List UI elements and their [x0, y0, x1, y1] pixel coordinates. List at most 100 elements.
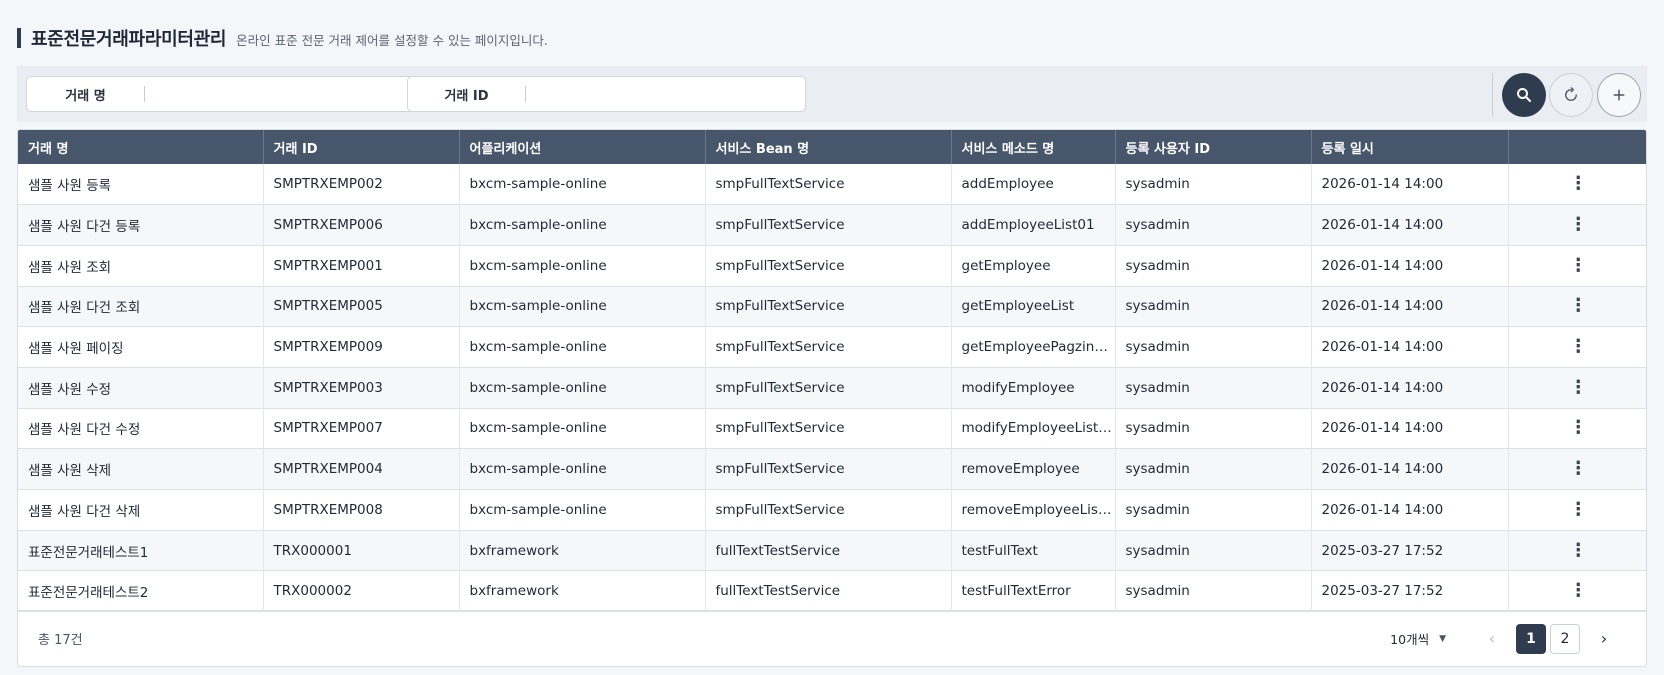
table-footer: 총 17건 10개씩 ▼ ‹ 12 › [18, 610, 1646, 666]
prev-page-button[interactable]: ‹ [1478, 625, 1506, 653]
service-bean-cell: smpFullTextService [705, 204, 952, 246]
application-cell: bxcm-sample-online [459, 408, 706, 449]
kebab-menu-icon[interactable]: ⋮ [1569, 500, 1587, 519]
register-user-cell: sysadmin [1115, 245, 1312, 287]
transaction-id-cell: SMPTRXEMP004 [263, 448, 460, 490]
kebab-menu-icon[interactable]: ⋮ [1569, 338, 1587, 356]
transaction-name-input[interactable] [145, 77, 424, 111]
service-method-cell: addEmployeeList01 [951, 204, 1116, 246]
service-bean-cell: smpFullTextService [705, 408, 952, 449]
register-date-cell: 2026-01-14 14:00 [1311, 204, 1509, 246]
application-cell: bxcm-sample-online [459, 204, 706, 246]
transaction-id-input[interactable] [526, 77, 805, 111]
table-row[interactable]: 샘플 사원 다건 조회 SMPTRXEMP005 bxcm-sample-onlin… [18, 286, 1646, 327]
register-date-cell: 2025-03-27 17:52 [1311, 570, 1509, 612]
service-method-cell: getEmployeeList [951, 286, 1116, 327]
column-header: 거래 명 [18, 130, 264, 164]
application-cell: bxcm-sample-online [459, 448, 706, 490]
application-cell: bxframework [459, 570, 706, 612]
service-method-cell: modifyEmployee [951, 367, 1116, 409]
transaction-id-cell: SMPTRXEMP006 [263, 204, 460, 246]
table-row[interactable]: 표준전문거래테스트1 TRX000001 bxframework fullTextTe… [18, 530, 1646, 571]
transaction-name-cell: 샘플 사원 다건 등록 [18, 204, 264, 246]
register-user-cell: sysadmin [1115, 530, 1312, 571]
application-cell: bxcm-sample-online [459, 245, 706, 287]
transaction-id-cell: TRX000002 [263, 570, 460, 612]
application-cell: bxcm-sample-online [459, 367, 706, 409]
row-actions-cell: ⋮ [1508, 164, 1646, 205]
table-row[interactable]: 샘플 사원 수정 SMPTRXEMP003 bxcm-sample-online sm… [18, 367, 1646, 409]
page-title: 표준전문거래파라미터관리 [31, 29, 227, 50]
reset-button[interactable] [1549, 73, 1593, 117]
page-button-1[interactable]: 1 [1516, 623, 1546, 654]
table-row[interactable]: 샘플 사원 다건 수정 SMPTRXEMP007 bxcm-sample-onlin… [18, 408, 1646, 449]
next-page-button[interactable]: › [1590, 625, 1618, 653]
kebab-menu-icon[interactable]: ⋮ [1569, 216, 1587, 234]
application-cell: bxframework [459, 530, 706, 571]
table-row[interactable]: 샘플 사원 삭제 SMPTRXEMP004 bxcm-sample-online sm… [18, 448, 1646, 490]
page-size-select[interactable]: 10개씩 ▼ [1390, 629, 1446, 648]
table-row[interactable]: 샘플 사원 등록 SMPTRXEMP002 bxcm-sample-online sm… [18, 164, 1646, 205]
row-actions-cell: ⋮ [1508, 490, 1646, 531]
service-bean-cell: smpFullTextService [705, 367, 952, 409]
kebab-menu-icon[interactable]: ⋮ [1569, 419, 1587, 437]
transaction-id-cell: SMPTRXEMP002 [263, 164, 460, 205]
panel-divider [1492, 73, 1493, 117]
application-cell: bxcm-sample-online [459, 326, 706, 368]
kebab-menu-icon[interactable]: ⋮ [1569, 582, 1587, 600]
add-button[interactable] [1597, 73, 1641, 117]
page-header: 표준전문거래파라미터관리 온라인 표준 전문 거래 제어를 설정할 수 있는 페… [17, 27, 548, 50]
register-user-cell: sysadmin [1115, 326, 1312, 368]
search-button[interactable] [1502, 73, 1546, 117]
kebab-menu-icon[interactable]: ⋮ [1569, 460, 1587, 478]
service-bean-cell: smpFullTextService [705, 448, 952, 490]
table-row[interactable]: 샘플 사원 다건 삭제 SMPTRXEMP008 bxcm-sample-onlin… [18, 489, 1646, 531]
search-panel: 거래 명 거래 ID [17, 66, 1647, 122]
transaction-name-cell: 표준전문거래테스트2 [18, 570, 264, 612]
transaction-id-cell: TRX000001 [263, 530, 460, 571]
row-actions-cell: ⋮ [1508, 449, 1646, 490]
transaction-name-cell: 샘플 사원 다건 조회 [18, 286, 264, 327]
kebab-menu-icon[interactable]: ⋮ [1569, 175, 1587, 193]
column-header [1508, 130, 1646, 164]
pagination: 10개씩 ▼ ‹ 12 › [1390, 623, 1618, 654]
table-row[interactable]: 샘플 사원 조회 SMPTRXEMP001 bxcm-sample-online sm… [18, 245, 1646, 287]
transaction-id-label: 거래 ID [444, 88, 489, 104]
row-actions-cell: ⋮ [1508, 327, 1646, 368]
application-cell: bxcm-sample-online [459, 489, 706, 531]
service-bean-cell: smpFullTextService [705, 286, 952, 327]
page-button-2[interactable]: 2 [1550, 623, 1580, 654]
register-date-cell: 2026-01-14 14:00 [1311, 286, 1509, 327]
register-date-cell: 2026-01-14 14:00 [1311, 448, 1509, 490]
search-icon [1517, 88, 1532, 103]
service-method-cell: getEmployee [951, 245, 1116, 287]
register-date-cell: 2026-01-14 14:00 [1311, 408, 1509, 449]
table-row[interactable]: 표준전문거래테스트2 TRX000002 bxframework fullTextTe… [18, 570, 1646, 612]
kebab-menu-icon[interactable]: ⋮ [1569, 541, 1587, 560]
register-date-cell: 2026-01-14 14:00 [1311, 326, 1509, 368]
transaction-name-label: 거래 명 [65, 88, 106, 104]
transaction-id-cell: SMPTRXEMP008 [263, 489, 460, 531]
transaction-name-field: 거래 명 [26, 76, 425, 112]
column-header: 서비스 메소드 명 [951, 130, 1116, 164]
service-bean-cell: fullTextTestService [705, 530, 952, 571]
service-method-cell: removeEmployeeList01 [951, 489, 1116, 531]
kebab-menu-icon[interactable]: ⋮ [1569, 297, 1587, 315]
register-user-cell: sysadmin [1115, 286, 1312, 327]
register-date-cell: 2026-01-14 14:00 [1311, 489, 1509, 531]
column-header: 어플리케이션 [459, 130, 706, 164]
register-date-cell: 2026-01-14 14:00 [1311, 367, 1509, 409]
table-row[interactable]: 샘플 사원 다건 등록 SMPTRXEMP006 bxcm-sample-onlin… [18, 204, 1646, 246]
transaction-name-cell: 샘플 사원 다건 삭제 [18, 489, 264, 531]
plus-icon [1613, 89, 1625, 101]
column-header: 서비스 Bean 명 [705, 130, 952, 164]
kebab-menu-icon[interactable]: ⋮ [1569, 378, 1587, 397]
table-row[interactable]: 샘플 사원 페이징 SMPTRXEMP009 bxcm-sample-online s… [18, 326, 1646, 368]
transaction-name-cell: 표준전문거래테스트1 [18, 530, 264, 571]
service-bean-cell: smpFullTextService [705, 164, 952, 205]
caret-down-icon: ▼ [1439, 633, 1446, 644]
table-body: 샘플 사원 등록 SMPTRXEMP002 bxcm-sample-online sm… [18, 164, 1646, 612]
kebab-menu-icon[interactable]: ⋮ [1569, 256, 1587, 275]
title-accent-bar [17, 28, 21, 48]
chevron-left-icon: ‹ [1488, 629, 1496, 648]
